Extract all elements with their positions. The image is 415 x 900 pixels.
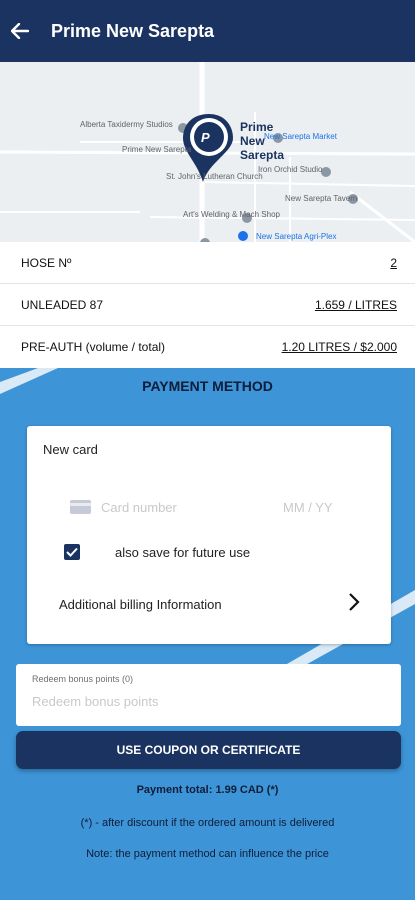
arrow-left-icon: [11, 23, 29, 39]
card-form: New card Card number MM / YY also save f…: [27, 426, 391, 644]
map-place-label: New Sarepta Tavern: [285, 194, 358, 203]
fuel-info-panel: HOSE Nº 2 UNLEADED 87 1.659 / LITRES PRE…: [0, 242, 415, 368]
chevron-right-icon[interactable]: [347, 592, 361, 612]
checkmark-icon: [66, 547, 78, 557]
hose-row: HOSE Nº 2: [0, 242, 415, 284]
preauth-label: PRE-AUTH (volume / total): [21, 340, 166, 354]
preauth-row: PRE-AUTH (volume / total) 1.20 LITRES / …: [0, 326, 415, 368]
bonus-points-label: Redeem bonus points (0): [32, 674, 134, 684]
fuel-grade-label: UNLEADED 87: [21, 297, 104, 312]
hose-label: HOSE Nº: [21, 255, 72, 270]
expiry-input[interactable]: MM / YY: [283, 500, 333, 515]
save-card-label: also save for future use: [115, 545, 251, 560]
map-place-label: Prime New Sarepta: [122, 145, 192, 154]
payment-total: Payment total: 1.99 CAD (*): [136, 784, 279, 796]
map-place-label: St. John's Lutheran Church: [166, 172, 263, 181]
card-number-input[interactable]: Card number: [101, 500, 177, 515]
fuel-grade-row: UNLEADED 87 1.659 / LITRES: [0, 284, 415, 326]
map-place-label: New Sarepta Agri-Plex: [256, 232, 337, 241]
use-coupon-button[interactable]: USE COUPON OR CERTIFICATE: [16, 731, 401, 769]
billing-info-link[interactable]: Additional billing Information: [59, 597, 222, 612]
map-station-label: Prime New Sarepta: [240, 120, 285, 162]
payment-method-title: PAYMENT METHOD: [142, 378, 273, 394]
map-place-label: Alberta Taxidermy Studios: [80, 120, 173, 129]
discount-note: (*) - after discount if the ordered amou…: [80, 817, 335, 829]
payment-section: PAYMENT METHOD New card Card number MM /…: [0, 368, 415, 900]
station-map[interactable]: P Alberta Taxidermy Studios Prime New Sa…: [0, 62, 415, 242]
save-card-checkbox[interactable]: [64, 544, 80, 560]
credit-card-icon: [70, 500, 91, 514]
price-note: Note: the payment method can influence t…: [86, 848, 329, 860]
map-place-label: Art's Welding & Mach Shop: [183, 210, 280, 219]
fuel-price-value[interactable]: 1.659 / LITRES: [315, 298, 397, 312]
page-title: Prime New Sarepta: [51, 20, 215, 41]
preauth-value[interactable]: 1.20 LITRES / $2.000: [282, 340, 397, 354]
map-place-label: Iron Orchid Studio: [258, 165, 323, 174]
bonus-points-field[interactable]: Redeem bonus points (0) Redeem bonus poi…: [16, 664, 401, 726]
app-bar: Prime New Sarepta: [0, 0, 415, 62]
back-button[interactable]: [0, 0, 40, 62]
new-card-label: New card: [43, 442, 98, 457]
svg-text:P: P: [201, 130, 210, 145]
bonus-points-input[interactable]: Redeem bonus points: [32, 694, 372, 709]
hose-value[interactable]: 2: [390, 256, 397, 270]
